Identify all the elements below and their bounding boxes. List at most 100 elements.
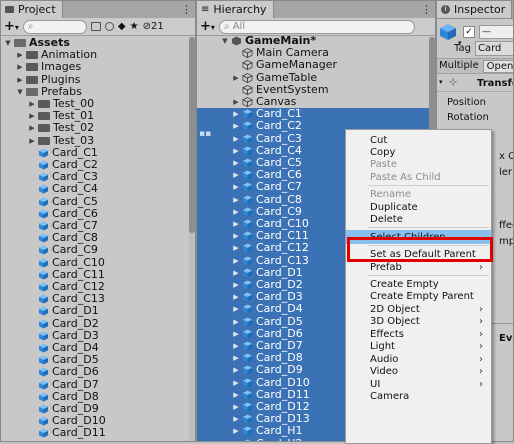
collapsed-arrow-icon[interactable]: ▶ [232, 340, 240, 352]
project-tree-row[interactable]: ▶ Images [1, 61, 195, 73]
collapsed-arrow-icon[interactable]: ▶ [16, 74, 24, 86]
expanded-arrow-icon[interactable]: ▼ [4, 37, 12, 49]
collapsed-arrow-icon[interactable]: ▶ [232, 157, 240, 169]
project-tree-row[interactable]: Card_C6 [1, 207, 195, 220]
project-tree-row[interactable]: Card_D11 [1, 427, 195, 439]
expanded-arrow-icon[interactable]: ▼ [221, 35, 229, 47]
collapsed-arrow-icon[interactable]: ▶ [232, 206, 240, 218]
row-icon-wrapper [26, 87, 41, 96]
collapsed-arrow-icon[interactable]: ▶ [232, 242, 240, 254]
collapsed-arrow-icon[interactable]: ▶ [232, 303, 240, 315]
collapsed-arrow-icon[interactable]: ▶ [232, 316, 240, 328]
prefab-cube-icon [242, 414, 253, 424]
project-item-label: Animation [41, 48, 98, 62]
scene-filter-icon[interactable] [90, 22, 101, 31]
collapsed-arrow-icon[interactable]: ▶ [232, 255, 240, 267]
collapsed-arrow-icon[interactable]: ▶ [232, 328, 240, 340]
more-options-icon[interactable]: ⋮ [181, 3, 192, 16]
project-tree-row[interactable]: Card_C9 [1, 244, 195, 256]
project-tree-row[interactable]: ▼ Assets [1, 37, 195, 49]
collapsed-arrow-icon[interactable]: ▶ [232, 413, 240, 425]
menu-item-delete[interactable]: Delete [346, 213, 491, 227]
collapsed-arrow-icon[interactable]: ▶ [232, 377, 240, 389]
add-button[interactable]: +▾ [4, 19, 19, 34]
project-scroll-thumb[interactable] [189, 37, 195, 233]
project-tree-row[interactable]: ▶ Test_02 [1, 122, 195, 134]
tab-project[interactable]: Project [1, 1, 63, 18]
hierarchy-tree-row[interactable]: ▶ GameTable [197, 71, 435, 84]
collapsed-arrow-icon[interactable]: ▶ [232, 267, 240, 279]
project-search-input[interactable]: ⌕ [22, 19, 87, 34]
hierarchy-add-button[interactable]: +▾ [200, 19, 215, 34]
name-field[interactable]: — [479, 25, 513, 39]
project-tree-row[interactable]: Card_D2 [1, 317, 195, 330]
collapsed-arrow-icon[interactable]: ▶ [28, 110, 36, 122]
collapsed-arrow-icon[interactable]: ▶ [28, 98, 36, 110]
collapsed-arrow-icon[interactable]: ▶ [28, 122, 36, 134]
project-tree-row[interactable]: Card_C5 [1, 195, 195, 208]
project-tree-row[interactable]: Card_C2 [1, 159, 195, 171]
hierarchy-tree-row[interactable]: EventSystem [197, 83, 435, 96]
collapsed-arrow-icon[interactable]: ▶ [232, 438, 240, 441]
hidden-packages-icon[interactable]: ⊘21 [143, 21, 164, 32]
collapsed-arrow-icon[interactable]: ▶ [232, 72, 240, 84]
open-button[interactable]: Open [483, 60, 513, 73]
expanded-arrow-icon[interactable]: ▼ [16, 86, 24, 98]
project-tree-row[interactable]: ▶ Animation [1, 49, 195, 61]
collapsed-arrow-icon[interactable]: ▶ [232, 352, 240, 364]
collapsed-arrow-icon[interactable]: ▶ [232, 279, 240, 291]
hidden-packages-count: 21 [150, 21, 164, 32]
project-tree-row[interactable]: Card_D1 [1, 305, 195, 317]
collapsed-arrow-icon[interactable]: ▶ [232, 389, 240, 401]
project-tree-row[interactable]: ▶ Test_01 [1, 110, 195, 122]
active-checkbox[interactable]: ✓ [463, 26, 475, 38]
menu-item-camera[interactable]: Camera [346, 390, 491, 404]
project-tree-row[interactable]: Card_C7 [1, 220, 195, 232]
project-tree-row[interactable]: ▼ Prefabs [1, 85, 195, 98]
collapsed-arrow-icon[interactable]: ▶ [232, 230, 240, 242]
menu-item-prefab[interactable]: Prefab › [346, 260, 491, 274]
collapsed-arrow-icon[interactable]: ▶ [232, 364, 240, 376]
collapsed-arrow-icon[interactable]: ▶ [16, 49, 24, 61]
hierarchy-tree-row[interactable]: ▶ Canvas [197, 96, 435, 108]
more-options-icon[interactable]: ⋮ [421, 3, 432, 16]
project-tree-row[interactable]: Card_D6 [1, 366, 195, 378]
tab-hierarchy[interactable]: ≡ Hierarchy [197, 1, 274, 18]
collapsed-arrow-icon[interactable]: ▶ [232, 181, 240, 193]
collapsed-arrow-icon[interactable]: ▶ [232, 425, 240, 437]
collapsed-arrow-icon[interactable]: ▶ [28, 135, 36, 147]
hierarchy-item-label: Card_D4 [256, 302, 303, 316]
collapsed-arrow-icon[interactable]: ▶ [232, 96, 240, 108]
favorite-icon[interactable]: ★ [130, 21, 139, 32]
tag-dropdown[interactable]: Card [475, 41, 513, 56]
collapsed-arrow-icon[interactable]: ▶ [232, 108, 240, 120]
project-tree-row[interactable]: Card_C8 [1, 232, 195, 244]
collapsed-arrow-icon[interactable]: ▶ [232, 194, 240, 206]
collapsed-arrow-icon[interactable]: ▶ [232, 145, 240, 157]
transform-header[interactable]: ▾ ⊹ Transfo [437, 75, 513, 92]
project-tree-row[interactable]: Card_C10 [1, 256, 195, 269]
label-filter-icon[interactable]: ◆ [118, 21, 126, 32]
collapsed-arrow-icon[interactable]: ▶ [16, 61, 24, 73]
collapsed-arrow-icon[interactable]: ▶ [232, 218, 240, 230]
tab-inspector[interactable]: i Inspector [437, 1, 513, 18]
hierarchy-item-label: Card_C8 [256, 192, 302, 206]
project-tree-row[interactable]: ▶ Plugins [1, 73, 195, 86]
project-tree-row[interactable]: ▶ Test_03 [1, 134, 195, 147]
hierarchy-tree-row[interactable]: ▶ Card_C1 [197, 108, 435, 121]
collapsed-arrow-icon[interactable]: ▶ [232, 401, 240, 413]
hierarchy-tree-row[interactable]: GameManager [197, 59, 435, 71]
project-tree-row[interactable]: Card_C4 [1, 183, 195, 195]
project-tree-row[interactable]: Card_C1 [1, 146, 195, 159]
project-scrollbar[interactable] [189, 37, 195, 441]
collapsed-arrow-icon[interactable]: ▶ [232, 133, 240, 145]
project-tree-row[interactable]: Card_D7 [1, 378, 195, 391]
type-filter-icon[interactable] [104, 22, 114, 31]
collapsed-arrow-icon[interactable]: ▶ [232, 169, 240, 181]
project-tree-row[interactable]: ▶ Test_00 [1, 98, 195, 110]
collapsed-arrow-icon[interactable]: ▶ [232, 291, 240, 303]
gameobject-icon [242, 97, 253, 108]
collapsed-arrow-icon[interactable]: ▶ [232, 120, 240, 132]
hierarchy-search-input[interactable]: ⌕ All [218, 19, 415, 34]
project-tree-row[interactable]: Card_C3 [1, 171, 195, 183]
